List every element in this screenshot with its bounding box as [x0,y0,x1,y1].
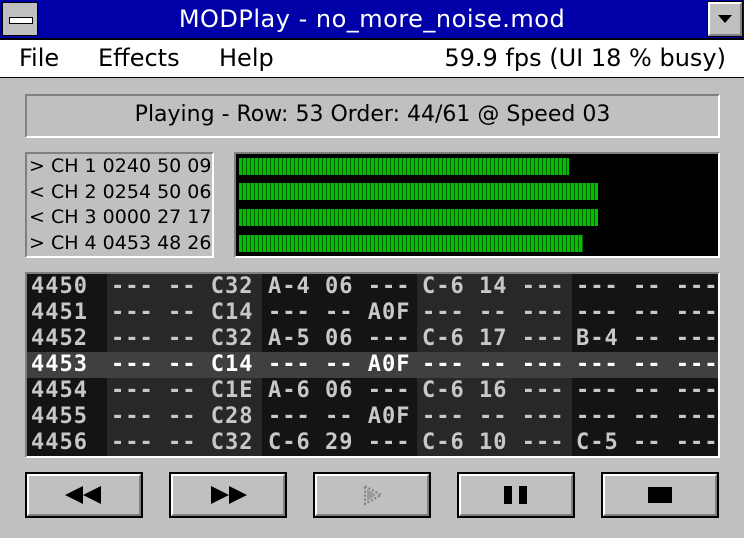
pattern-cell-ch4: C-5 -- --- [576,430,719,455]
pattern-cell-ch2: A-5 06 --- [268,326,411,351]
pattern-cell-ch2: --- -- A0F [268,352,411,377]
playback-status: Playing - Row: 53 Order: 44/61 @ Speed 0… [25,94,720,138]
pattern-cell-ch2: A-6 06 --- [268,378,411,403]
pattern-cell-ch1: --- -- C14 [111,300,254,325]
pattern-cell-ch1: --- -- C1E [111,378,254,403]
pattern-row: 4456 --- -- C32 C-6 29 --- C-6 10 --- C-5 --… [27,430,718,456]
pattern-cell-ch1: --- -- C14 [111,352,254,377]
pause-icon [504,486,527,504]
pause-button[interactable] [457,472,575,518]
pattern-cell-ch1: --- -- C32 [111,430,254,455]
title-bar[interactable]: MODPlay - no_more_noise.mod [0,0,744,40]
pattern-view: 4450 --- -- C32 A-4 06 --- C-6 14 --- --- --… [25,272,720,458]
menu-effects[interactable]: Effects [98,40,180,76]
channel-list: > CH 1 0240 50 09 < CH 2 0254 50 06 < CH… [25,152,214,258]
pattern-cell-ch3: --- -- --- [422,352,565,377]
pattern-position: 4450 [31,274,88,299]
pattern-row: 4452 --- -- C32 A-5 06 --- C-6 17 --- B-4 --… [27,326,718,352]
pattern-row: 4454 --- -- C1E A-6 06 --- C-6 16 --- --- --… [27,378,718,404]
rewind-button[interactable] [25,472,143,518]
system-menu-icon [9,17,33,24]
pattern-position: 4451 [31,300,88,325]
pattern-cell-ch2: --- -- A0F [268,404,411,429]
menu-file[interactable]: File [19,40,59,76]
pattern-cell-ch1: --- -- C32 [111,274,254,299]
pattern-position: 4456 [31,430,88,455]
pattern-cell-ch4: --- -- --- [576,378,719,403]
pattern-current-row: 4453 --- -- C14 --- -- A0F --- -- --- --- --… [27,352,718,378]
system-menu-button[interactable] [2,2,38,36]
pattern-cell-ch3: C-6 14 --- [422,274,565,299]
stop-button[interactable] [601,472,719,518]
pattern-row: 4450 --- -- C32 A-4 06 --- C-6 14 --- --- --… [27,274,718,300]
pattern-cell-ch3: --- -- --- [422,300,565,325]
rewind-icon [65,486,101,504]
play-icon [364,484,384,506]
fast-forward-icon [211,486,247,504]
pattern-cell-ch1: --- -- C32 [111,326,254,351]
pattern-position: 4452 [31,326,88,351]
vu-meter-ch3 [239,209,598,226]
pattern-cell-ch4: --- -- --- [576,352,719,377]
menu-help[interactable]: Help [219,40,274,76]
pattern-cell-ch4: --- -- --- [576,404,719,429]
fast-forward-button[interactable] [169,472,287,518]
channel-row: < CH 2 0254 50 06 [29,180,212,203]
minimize-icon [718,15,732,23]
pattern-cell-ch1: --- -- C28 [111,404,254,429]
pattern-position: 4455 [31,404,88,429]
stop-icon [648,487,672,503]
menu-bar: File Effects Help 59.9 fps (UI 18 % busy… [0,40,744,78]
fps-readout: 59.9 fps (UI 18 % busy) [444,44,726,72]
pattern-position: 4454 [31,378,88,403]
channel-row: > CH 4 0453 48 26 [29,231,212,254]
pattern-cell-ch3: C-6 16 --- [422,378,565,403]
vu-meter-ch4 [239,235,583,252]
pattern-cell-ch3: C-6 17 --- [422,326,565,351]
vu-meter-ch2 [239,183,598,200]
channel-row: < CH 3 0000 27 17 [29,206,212,228]
channel-row: > CH 1 0240 50 09 [29,155,212,177]
window-title: MODPlay - no_more_noise.mod [178,5,566,33]
minimize-button[interactable] [707,1,743,37]
pattern-cell-ch4: --- -- --- [576,300,719,325]
pattern-cell-ch2: --- -- A0F [268,300,411,325]
vu-meters [234,152,720,258]
pattern-position: 4453 [31,352,88,377]
modplay-window: MODPlay - no_more_noise.mod File Effects… [0,0,744,538]
pattern-cell-ch3: C-6 10 --- [422,430,565,455]
pattern-cell-ch3: --- -- --- [422,404,565,429]
pattern-cell-ch4: B-4 -- --- [576,326,719,351]
pattern-row: 4451 --- -- C14 --- -- A0F --- -- --- --- --… [27,300,718,326]
pattern-cell-ch2: A-4 06 --- [268,274,411,299]
pattern-cell-ch2: C-6 29 --- [268,430,411,455]
pattern-cell-ch4: --- -- --- [576,274,719,299]
vu-meter-ch1 [239,158,569,175]
pattern-row: 4455 --- -- C28 --- -- A0F --- -- --- --- --… [27,404,718,430]
play-button[interactable] [313,472,431,518]
